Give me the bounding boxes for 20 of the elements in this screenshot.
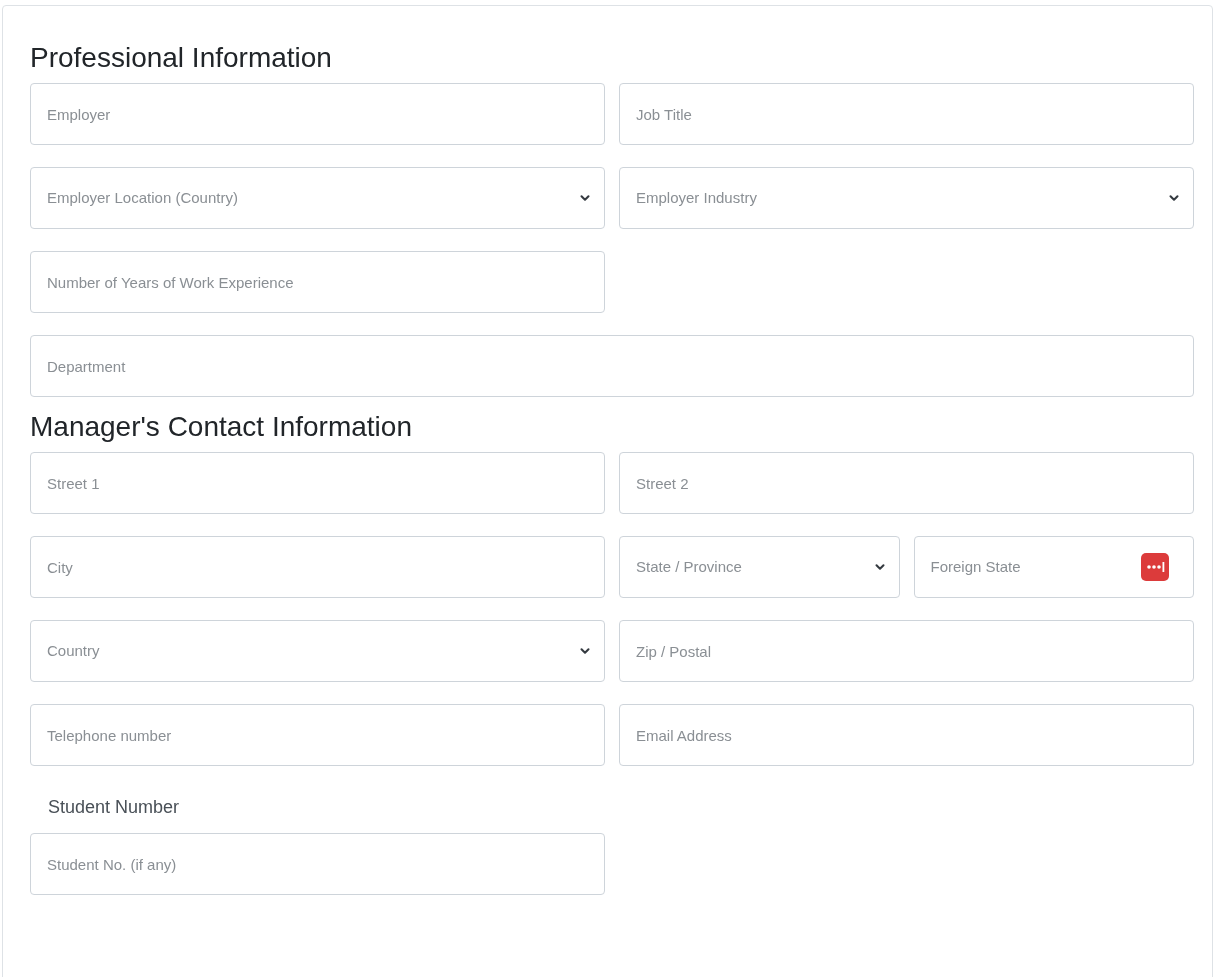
text-field[interactable]: Student No. (if any) (30, 833, 605, 895)
text-field[interactable]: Number of Years of Work Experience (30, 251, 605, 313)
text-field[interactable]: Department (30, 335, 1194, 397)
select-field[interactable]: Country (30, 620, 605, 682)
text-field[interactable]: Foreign State (913, 536, 1194, 598)
password-manager-icon (1141, 553, 1169, 581)
text-field[interactable]: Telephone number (30, 704, 605, 766)
section-heading: Manager's Contact Information (30, 411, 413, 443)
select-field[interactable]: Employer Industry (619, 167, 1194, 229)
select-field[interactable]: Employer Location (Country) (30, 167, 605, 229)
text-field[interactable]: City (30, 536, 605, 598)
text-field[interactable]: Employer (30, 83, 605, 145)
text-field[interactable]: Job Title (619, 83, 1194, 145)
section-heading: Professional Information (30, 42, 333, 74)
text-field[interactable]: Email Address (619, 704, 1194, 766)
text-field[interactable]: Zip / Postal (619, 620, 1194, 682)
text-field[interactable]: Street 1 (30, 452, 605, 514)
select-field[interactable]: State / Province (619, 536, 900, 598)
text-field[interactable]: Street 2 (619, 452, 1194, 514)
field-label: Student Number (47, 796, 181, 819)
